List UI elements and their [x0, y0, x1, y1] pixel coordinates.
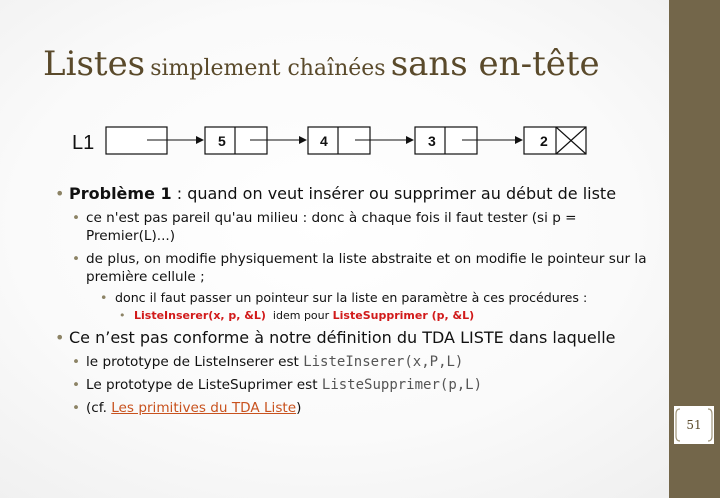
slide: Listes simplement chaînées sans en-tête …: [0, 0, 720, 498]
bullet-dot: •: [72, 400, 81, 416]
sub-bullet: • de plus, on modifie physiquement la li…: [55, 250, 655, 286]
bullet-dot: •: [72, 210, 81, 226]
sub-bullet: • le prototype de ListeInserer est Liste…: [55, 353, 655, 371]
bullet-dot: •: [55, 328, 65, 347]
bullet-probleme-1: • Problème 1 : quand on veut insérer ou …: [55, 184, 655, 204]
cell-value: 5: [218, 133, 226, 149]
bullet-text: idem pour: [265, 309, 333, 322]
cell-value: 2: [540, 133, 548, 149]
bullet-dot: •: [72, 354, 81, 370]
bullet-text: ): [296, 400, 302, 416]
list-cell-last: 2: [523, 126, 587, 155]
bullet-text: ce n'est pas pareil qu'au milieu : donc …: [86, 210, 577, 244]
red-code-inserer: ListeInserer(x, p, &L): [134, 309, 266, 322]
bullet-dot: •: [119, 309, 126, 322]
bullet-text: donc il faut passer un pointeur sur la l…: [115, 290, 588, 305]
bullet-conformite: • Ce n’est pas conforme à notre définiti…: [55, 328, 655, 348]
primitives-link[interactable]: Les primitives du TDA Liste: [111, 400, 296, 416]
bullet-text: le prototype de ListeInserer est: [86, 354, 304, 370]
bullet-text: (cf.: [86, 400, 112, 416]
page-number-badge: 51: [674, 406, 714, 444]
bullet-dot: •: [100, 290, 108, 305]
sub-bullet: • Le prototype de ListeSuprimer est List…: [55, 376, 655, 394]
cell-value: 4: [320, 133, 328, 149]
code-prototype-supprimer: ListeSupprimer(p,L): [321, 377, 483, 393]
bullet-text: Le prototype de ListeSuprimer est: [86, 377, 322, 393]
code-prototype-inserer: ListeInserer(x,P,L): [303, 354, 464, 370]
bullet-list: • Problème 1 : quand on veut insérer ou …: [55, 180, 655, 417]
bullet-dot: •: [55, 184, 65, 203]
sub-bullet: • ce n'est pas pareil qu'au milieu : don…: [55, 209, 655, 245]
bullet-dot: •: [72, 377, 81, 393]
bullet-text: : quand on veut insérer ou supprimer au …: [171, 184, 617, 203]
red-code-supprimer: ListeSupprimer (p, &L): [332, 309, 475, 322]
sub-sub-bullet: • donc il faut passer un pointeur sur la…: [55, 290, 655, 306]
sub-sub-sub-bullet: • ListeInserer(x, p, &L) idem pour Liste…: [55, 308, 655, 324]
bullet-dot: •: [72, 251, 81, 267]
bold-label: Problème 1: [69, 184, 172, 203]
bullet-text: de plus, on modifie physiquement la list…: [86, 251, 647, 285]
cell-value: 3: [428, 133, 436, 149]
linked-list-diagram: L1 5 4 3 2: [72, 126, 587, 155]
sub-bullet: • (cf. Les primitives du TDA Liste): [55, 399, 655, 417]
page-number: 51: [686, 418, 702, 432]
list-name-label: L1: [72, 132, 94, 154]
bullet-text: Ce n’est pas conforme à notre définition…: [69, 328, 616, 347]
